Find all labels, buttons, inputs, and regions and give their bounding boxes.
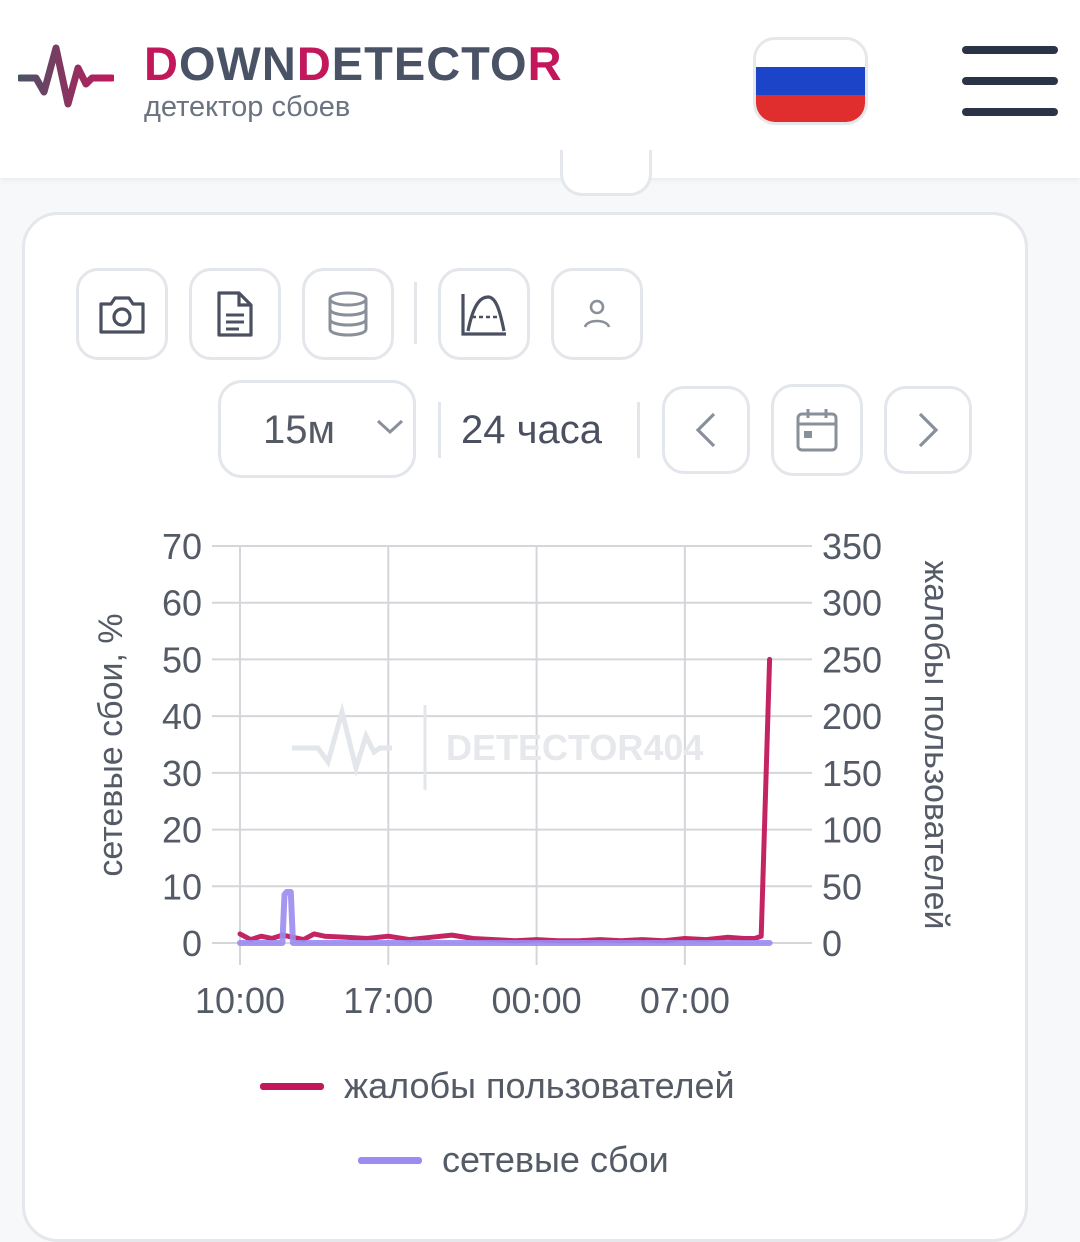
watermark-text: DETECTOR404	[446, 727, 703, 768]
user-reports-button[interactable]	[551, 268, 643, 360]
x-tick-label: 10:00	[195, 980, 285, 1020]
downdetector-logo-icon[interactable]	[18, 40, 114, 112]
russia-flag-icon[interactable]	[753, 37, 868, 125]
controls-divider-2	[637, 402, 640, 458]
left-tick-label: 40	[162, 696, 202, 737]
x-tick-label: 07:00	[640, 980, 730, 1020]
x-axis-ticks: 10:00 17:00 00:00 07:00	[195, 980, 730, 1020]
calendar-button[interactable]	[771, 384, 863, 476]
range-label[interactable]: 24 часа	[461, 406, 602, 454]
legend-label-outages: сетевые сбои	[442, 1139, 669, 1180]
brand-d1: D	[144, 37, 179, 90]
interval-value: 15м	[263, 408, 335, 452]
camera-icon	[99, 296, 145, 334]
left-tick-label: 70	[162, 526, 202, 567]
collapsed-tab[interactable]	[560, 150, 652, 196]
brand-r: R	[527, 37, 563, 90]
chevron-right-icon	[918, 412, 939, 448]
right-tick-label: 50	[822, 866, 862, 907]
left-tick-label: 20	[162, 810, 202, 851]
chart-mode-button[interactable]	[438, 268, 530, 360]
x-tick-label: 17:00	[343, 980, 433, 1020]
chevron-left-icon	[695, 412, 716, 448]
legend-item-outages[interactable]: сетевые сбои	[358, 1140, 669, 1180]
brand-tagline: детектор сбоев	[144, 91, 351, 123]
user-icon	[583, 299, 611, 328]
left-tick-label: 50	[162, 639, 202, 680]
site-header: DOWNDETECTOR детектор сбоев	[0, 0, 1080, 178]
screenshot-button[interactable]	[76, 268, 168, 360]
right-tick-label: 100	[822, 810, 882, 851]
interval-select[interactable]: 15м	[218, 380, 416, 478]
left-axis-ticks: 70 60 50 40 30 20 10 0	[162, 526, 202, 964]
calendar-icon	[796, 409, 838, 452]
chart-curve-icon	[461, 294, 506, 336]
hamburger-menu-icon[interactable]	[962, 46, 1058, 116]
series-line-complaints	[237, 656, 773, 944]
right-tick-label: 0	[822, 923, 842, 964]
next-period-button[interactable]	[884, 386, 972, 474]
legend-item-complaints[interactable]: жалобы пользователей	[260, 1066, 735, 1106]
right-tick-label: 300	[822, 583, 882, 624]
brand-own: OWN	[178, 37, 297, 90]
brand-etecto: ETECTO	[331, 37, 528, 90]
chart-series	[237, 656, 773, 946]
right-tick-label: 150	[822, 753, 882, 794]
x-tick-label: 00:00	[492, 980, 582, 1020]
data-export-button[interactable]	[302, 268, 394, 360]
left-tick-label: 30	[162, 753, 202, 794]
left-tick-label: 10	[162, 866, 202, 907]
legend-swatch-complaints	[260, 1082, 324, 1090]
export-document-button[interactable]	[189, 268, 281, 360]
brand-d2: D	[296, 37, 332, 90]
right-tick-label: 250	[822, 639, 882, 680]
database-icon	[328, 291, 368, 337]
left-tick-label: 0	[182, 923, 202, 964]
right-tick-label: 200	[822, 696, 882, 737]
controls-divider-1	[438, 402, 441, 458]
right-axis-label: жалобы пользователей	[917, 561, 955, 930]
previous-period-button[interactable]	[662, 386, 750, 474]
left-tick-label: 60	[162, 583, 202, 624]
legend-label-complaints: жалобы пользователей	[344, 1065, 735, 1106]
right-axis-ticks: 350 300 250 200 150 100 50 0	[822, 526, 882, 964]
legend-swatch-outages	[358, 1156, 422, 1164]
chart-watermark: DETECTOR404	[292, 702, 703, 790]
toolbar-divider	[414, 282, 417, 344]
brand-name[interactable]: DOWNDETECTOR	[144, 38, 563, 90]
chevron-down-icon	[376, 419, 404, 435]
document-icon	[217, 291, 253, 337]
right-tick-label: 350	[822, 526, 882, 567]
outage-chart[interactable]: DETECTOR404 706050403020100 350300250200…	[0, 500, 1080, 1020]
left-axis-label: сетевые сбои, %	[92, 613, 130, 876]
